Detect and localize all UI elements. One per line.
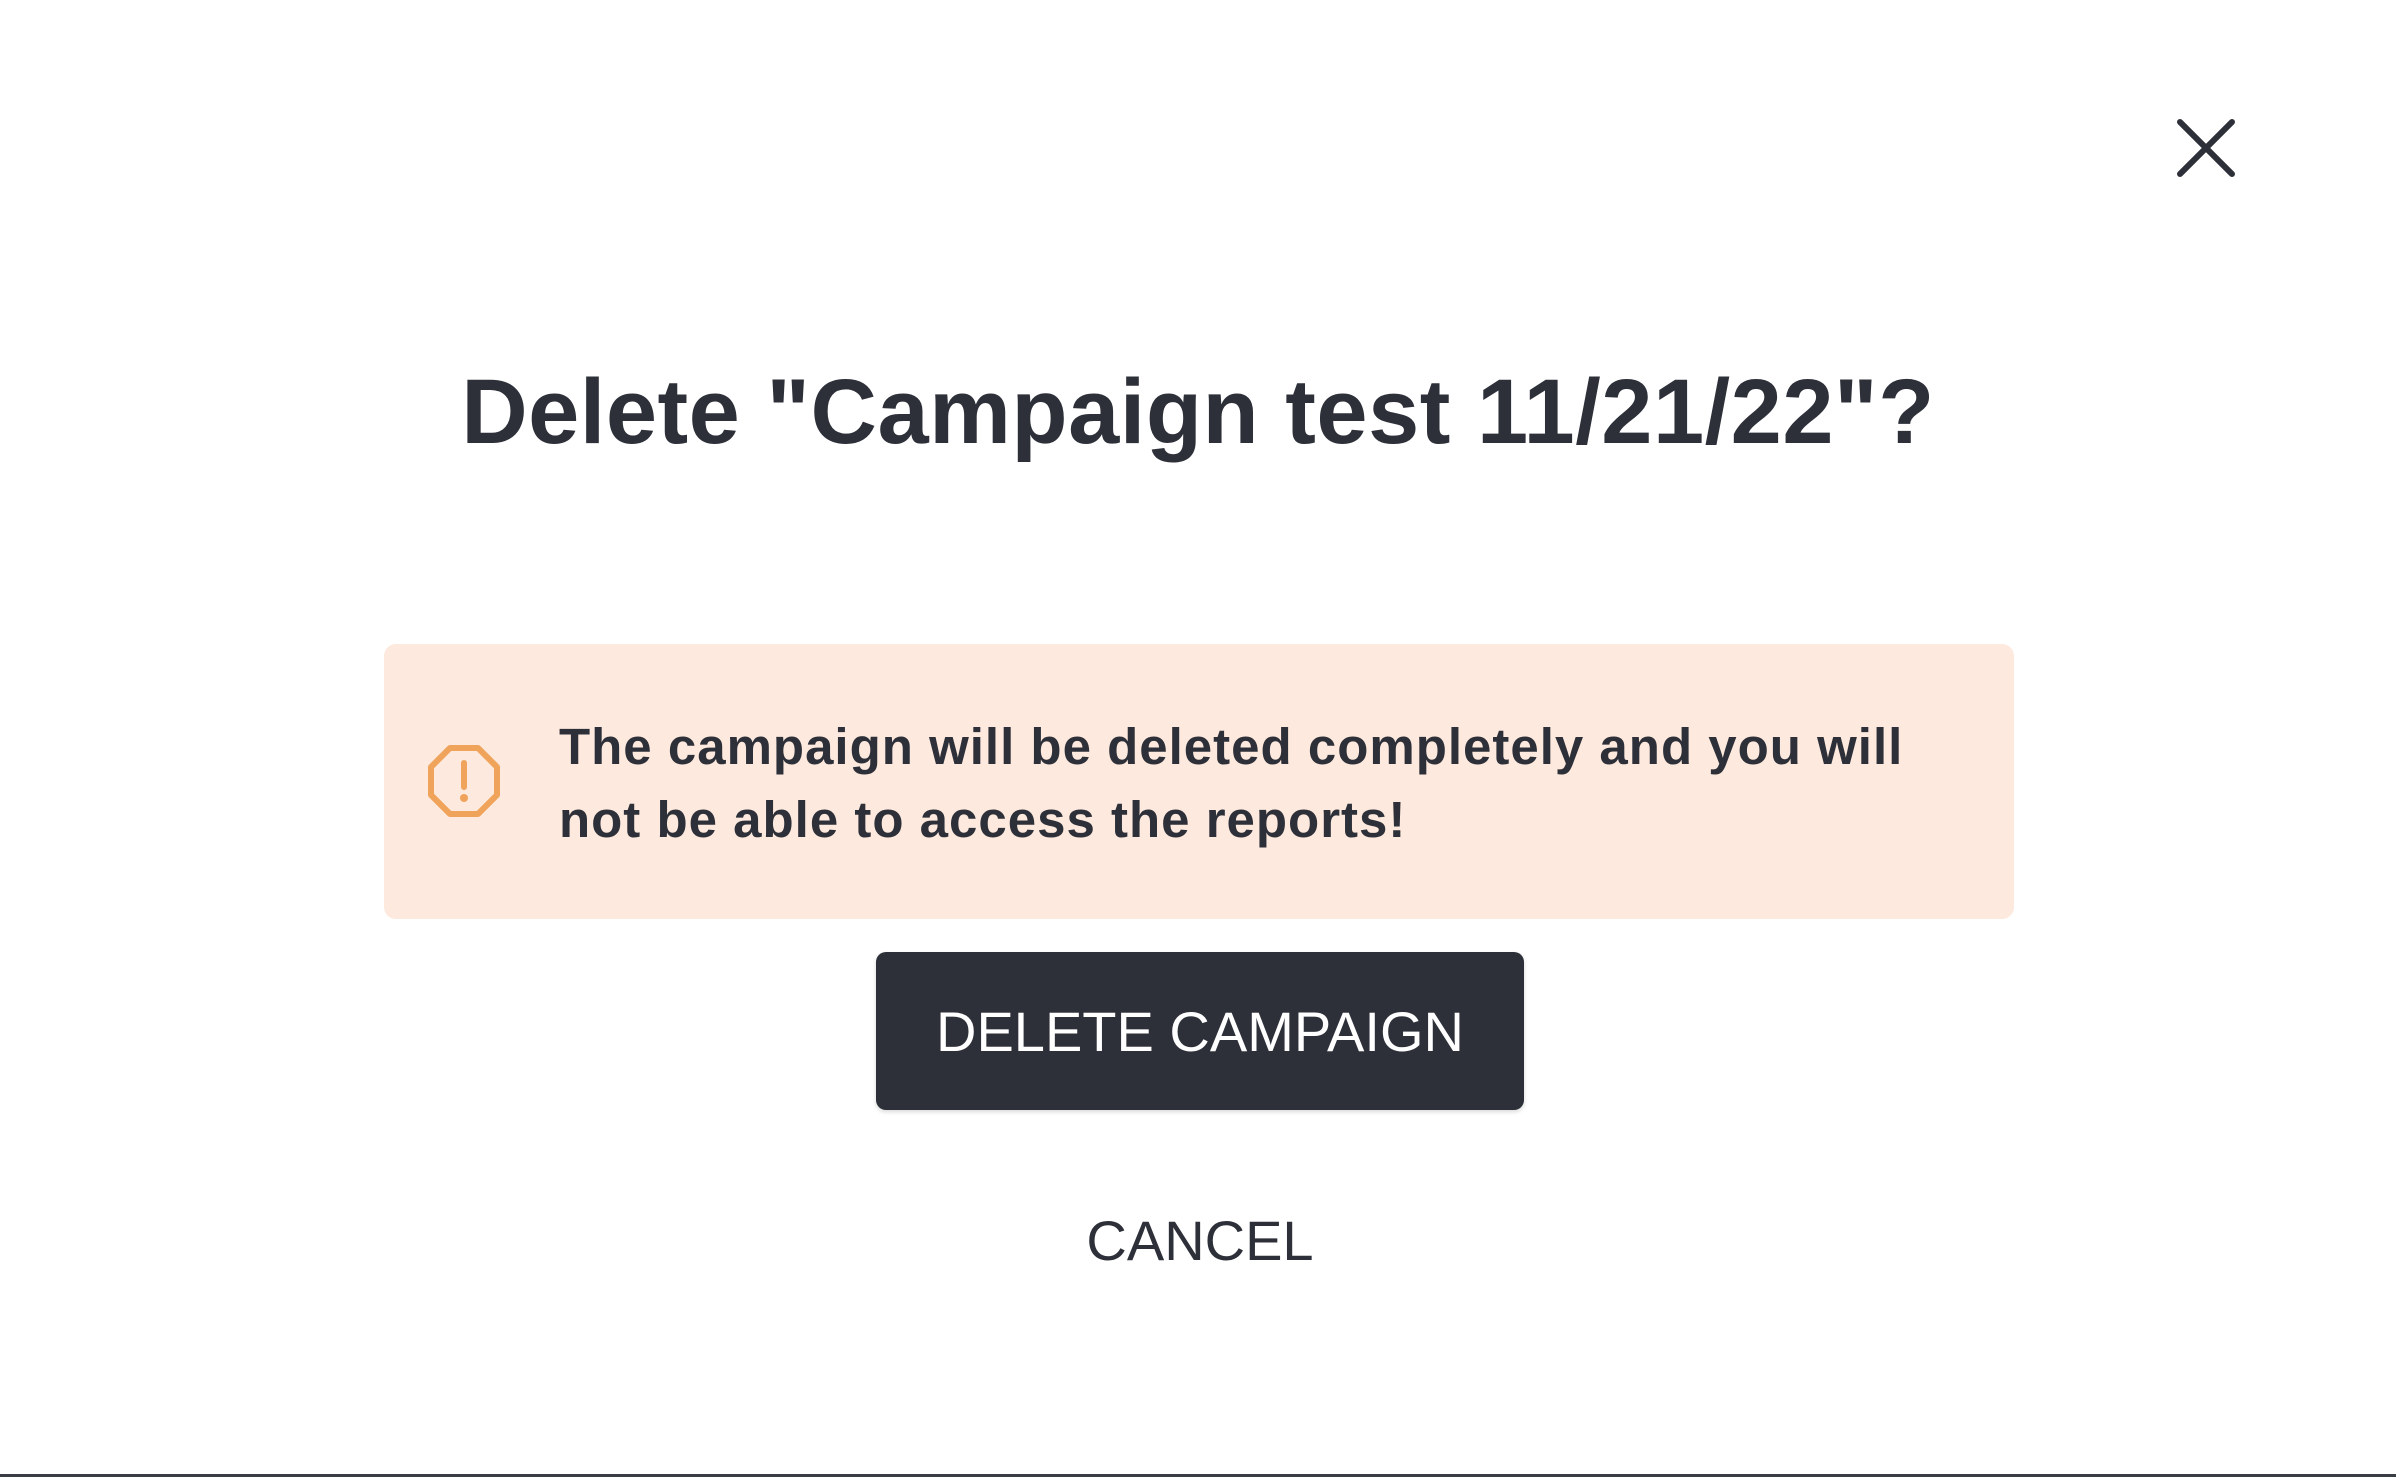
warning-message: The campaign will be deleted completely … [559,718,1904,848]
close-button[interactable] [2174,116,2238,180]
close-icon [2177,119,2235,177]
delete-campaign-button[interactable]: DELETE CAMPAIGN [876,952,1524,1110]
cancel-button[interactable]: CANCEL [1048,1198,1352,1282]
dialog-title: Delete "Campaign test 11/21/22"? [461,361,1935,463]
warning-octagon-icon [428,745,500,817]
warning-banner: The campaign will be deleted completely … [384,644,2014,919]
delete-campaign-dialog: Delete "Campaign test 11/21/22"? The cam… [0,0,2396,1477]
